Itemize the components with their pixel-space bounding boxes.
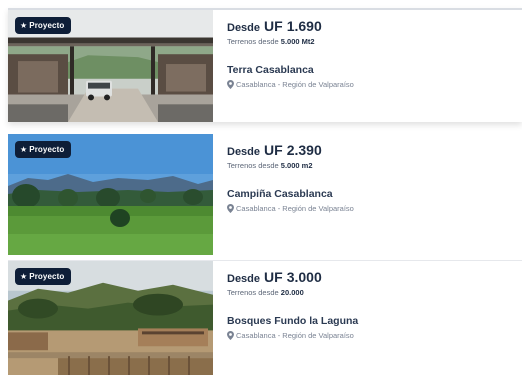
badge-label: Proyecto (29, 145, 65, 154)
terrain-value: 20.000 (280, 288, 304, 297)
project-badge: ★ Proyecto (15, 268, 72, 285)
price-prefix: Desde (227, 146, 261, 158)
location-label: Casablanca - Región de Valparaíso (236, 331, 354, 340)
location-label: Casablanca - Región de Valparaíso (236, 204, 354, 213)
listing-info: Desde UF 1.690 Terrenos desde 5.000 Mt2 … (213, 10, 522, 122)
price-unit: UF (264, 18, 283, 34)
map-pin-icon (227, 204, 234, 213)
listing-photo[interactable]: ★ Proyecto (8, 261, 213, 375)
price-value: 1.690 (286, 18, 322, 34)
price-value: 2.390 (286, 142, 322, 158)
terrain-size: Terrenos desde 5.000 m2 (227, 161, 313, 170)
map-pin-icon (227, 80, 234, 89)
terrain-label: Terrenos desde (227, 288, 281, 297)
listing-photo[interactable]: ★ Proyecto (8, 134, 213, 255)
listing-title[interactable]: Terra Casablanca (227, 64, 314, 76)
price: Desde UF 3.000 (227, 269, 322, 285)
listing-card-terra-casablanca[interactable]: ★ Proyecto Desde UF 1.690 Terrenos desde… (8, 8, 522, 122)
project-badge: ★ Proyecto (15, 17, 72, 34)
badge-label: Proyecto (29, 272, 65, 281)
star-icon: ★ (20, 271, 28, 281)
star-icon: ★ (20, 20, 28, 30)
terrain-label: Terrenos desde (227, 161, 281, 170)
terrain-size: Terrenos desde 20.000 (227, 288, 304, 297)
map-pin-icon (227, 331, 234, 340)
listing-info: Desde UF 2.390 Terrenos desde 5.000 m2 C… (213, 134, 522, 255)
price-unit: UF (264, 142, 283, 158)
project-badge: ★ Proyecto (15, 141, 72, 158)
listing-title[interactable]: Bosques Fundo la Laguna (227, 315, 358, 327)
listing-card-campina-casablanca[interactable]: ★ Proyecto Desde UF 2.390 Terrenos desde… (8, 134, 522, 255)
terrain-value: 5.000 m2 (280, 161, 313, 170)
price-prefix: Desde (227, 273, 261, 285)
terrain-label: Terrenos desde (227, 37, 281, 46)
listing-info: Desde UF 3.000 Terrenos desde 20.000 Bos… (213, 261, 522, 375)
badge-label: Proyecto (29, 21, 65, 30)
listing-photo[interactable]: ★ Proyecto (8, 10, 213, 122)
location-label: Casablanca - Región de Valparaíso (236, 80, 354, 89)
terrain-size: Terrenos desde 5.000 Mt2 (227, 37, 315, 46)
listing-results: ★ Proyecto Desde UF 1.690 Terrenos desde… (0, 0, 522, 375)
listing-title[interactable]: Campiña Casablanca (227, 188, 333, 200)
price-prefix: Desde (227, 22, 261, 34)
listing-location: Casablanca - Región de Valparaíso (227, 80, 354, 89)
listing-location: Casablanca - Región de Valparaíso (227, 204, 354, 213)
price: Desde UF 1.690 (227, 18, 322, 34)
price: Desde UF 2.390 (227, 142, 322, 158)
star-icon: ★ (20, 144, 28, 154)
listing-location: Casablanca - Región de Valparaíso (227, 331, 354, 340)
price-value: 3.000 (286, 269, 322, 285)
listing-card-bosques-fundo-la-laguna[interactable]: ★ Proyecto Desde UF 3.000 Terrenos desde… (8, 260, 522, 375)
price-unit: UF (264, 269, 283, 285)
terrain-value: 5.000 Mt2 (280, 37, 315, 46)
